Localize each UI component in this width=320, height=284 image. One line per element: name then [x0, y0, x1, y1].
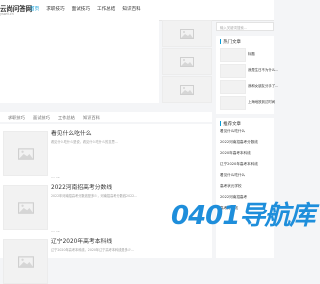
- site-logo[interactable]: 云尚问答网 yswd.cn: [0, 2, 32, 18]
- site-header: 云尚问答网 yswd.cn 首页 求职技巧 面试技巧 工作总结 知识百科: [0, 0, 274, 21]
- tab-work-summary[interactable]: 工作总结: [58, 115, 75, 121]
- banner-image[interactable]: [0, 20, 159, 103]
- article-thumb[interactable]: [3, 131, 48, 176]
- image-placeholder-icon: [17, 147, 34, 160]
- hot-item[interactable]: 我和女朋友分手了...: [248, 83, 278, 88]
- hot-articles-title: 热门文章: [220, 39, 241, 45]
- hot-articles-panel: 热门文章 标题 我是生日不为什么... 我和女朋友分手了... 上海地铁到达时间: [216, 36, 278, 114]
- article-desc: 看见什么吃什么是说，看见什么吃什么的意思...: [51, 140, 118, 144]
- article-title[interactable]: 辽宁2020年高考本科线: [51, 236, 112, 245]
- article-thumb[interactable]: [3, 185, 48, 230]
- article-title[interactable]: 2022河南招高考分数线: [51, 182, 112, 191]
- nav-item-home[interactable]: 首页: [30, 6, 39, 12]
- hot-thumb-3[interactable]: [220, 80, 246, 94]
- hot-item[interactable]: 上海地铁到达时间: [248, 99, 275, 104]
- main-nav: 首页 求职技巧 面试技巧 工作总结 知识百科: [30, 6, 148, 12]
- image-placeholder-icon: [17, 255, 34, 268]
- banner-slider[interactable]: [0, 20, 159, 103]
- recommend-item[interactable]: 看见什么吃什么: [220, 173, 245, 178]
- logo-subtitle: yswd.cn: [0, 12, 14, 16]
- article-desc: 2022年河南招高考分数线是多少，河南招高考分数线2022...: [51, 194, 138, 198]
- banner-thumb-2[interactable]: [162, 48, 212, 75]
- recommend-item[interactable]: 2020年高考本科线: [220, 151, 251, 156]
- hot-thumb-2[interactable]: [220, 64, 246, 78]
- article-card[interactable]: 看见什么吃什么 看见什么吃什么是说，看见什么吃什么的意思... 04-08: [0, 124, 212, 184]
- recommend-title: 推荐文章: [220, 121, 241, 127]
- category-tabs: 求职技巧 面试技巧 工作总结 知识百科: [0, 112, 212, 122]
- hot-thumb-1[interactable]: [220, 48, 246, 62]
- hot-item[interactable]: 我是生日不为什么...: [248, 67, 278, 72]
- hot-thumb-4[interactable]: [220, 96, 246, 110]
- recommend-item[interactable]: 看见什么吃什么: [220, 129, 245, 134]
- banner-side: [162, 20, 212, 103]
- banner-thumb-3[interactable]: [162, 76, 212, 103]
- tab-knowledge[interactable]: 知识百科: [83, 115, 100, 121]
- banner-thumb-1[interactable]: [162, 20, 212, 47]
- article-title[interactable]: 看见什么吃什么: [51, 128, 92, 137]
- hot-item[interactable]: 标题: [248, 51, 255, 56]
- image-placeholder-icon: [180, 28, 194, 39]
- nav-item-interview-tips[interactable]: 面试技巧: [72, 6, 90, 12]
- article-thumb[interactable]: [3, 239, 48, 284]
- image-placeholder-icon: [17, 201, 34, 214]
- image-placeholder-icon: [180, 56, 194, 67]
- article-desc: 辽宁2020年高考本科线，2020年辽宁高考本科线是多少...: [51, 248, 135, 252]
- article-card[interactable]: 辽宁2020年高考本科线 辽宁2020年高考本科线，2020年辽宁高考本科线是多…: [0, 232, 212, 284]
- nav-item-work-summary[interactable]: 工作总结: [97, 6, 115, 12]
- nav-item-job-tips[interactable]: 求职技巧: [46, 6, 64, 12]
- recommend-item[interactable]: 辽宁2020年高考本科线: [220, 162, 258, 167]
- recommend-item[interactable]: 高考状元学校: [220, 184, 242, 189]
- tab-job-tips[interactable]: 求职技巧: [8, 115, 25, 121]
- recommend-item[interactable]: 2022河南招高考分数线: [220, 140, 258, 145]
- watermark: 0401导航库: [161, 197, 315, 231]
- recommend-panel: 推荐文章 看见什么吃什么 2022河南招高考分数线 2020年高考本科线 辽宁2…: [216, 118, 274, 258]
- image-placeholder-icon: [180, 84, 194, 95]
- watermark-text: 0401导航库: [171, 201, 315, 231]
- search-input[interactable]: 输入关键词搜索...: [216, 22, 274, 31]
- tab-interview-tips[interactable]: 面试技巧: [33, 115, 50, 121]
- nav-item-knowledge[interactable]: 知识百科: [122, 6, 140, 12]
